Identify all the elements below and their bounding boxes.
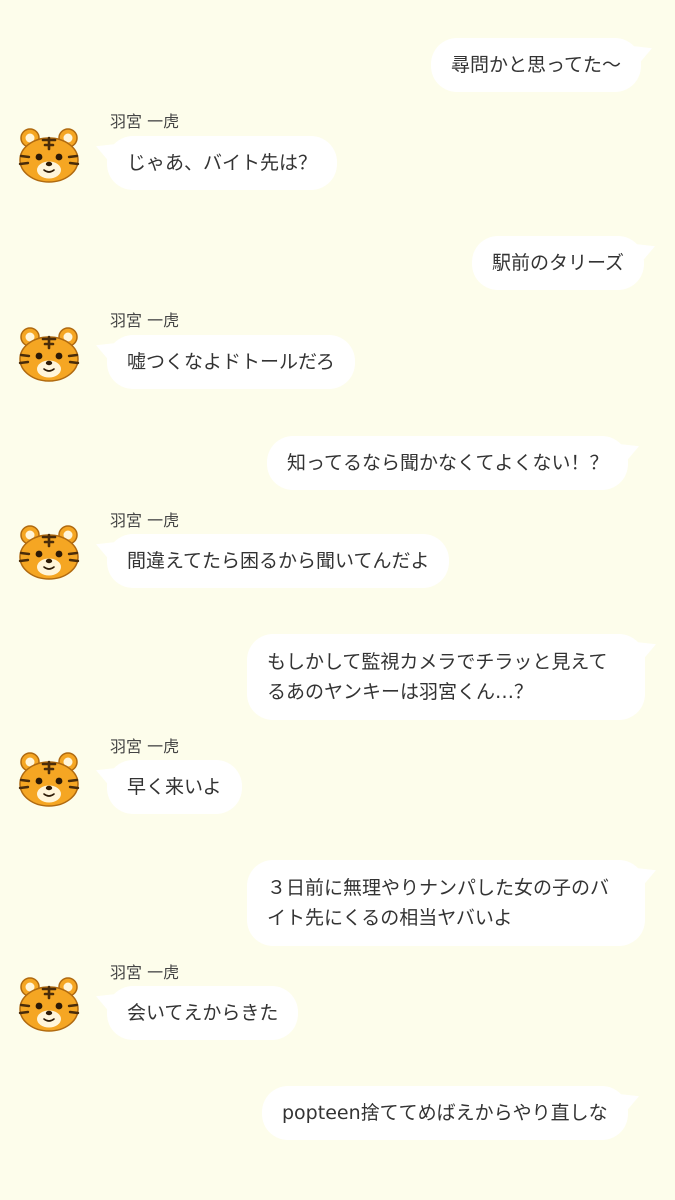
tiger-face-icon[interactable] <box>17 973 81 1033</box>
message-bubble-received: 会いてえからきた <box>107 986 299 1040</box>
sender-name: 羽宮 一虎 <box>110 112 180 131</box>
message-bubble-sent: ３日前に無理やりナンパした女の子のバ イト先にくるの相当ヤバいよ <box>247 860 645 946</box>
message-line: イト先にくるの相当ヤバいよ <box>267 907 513 929</box>
tiger-face-icon[interactable] <box>17 521 81 581</box>
message-line: もしかして監視カメラでチラッと見えて <box>267 651 608 673</box>
message-line: ３日前に無理やりナンパした女の子のバ <box>267 877 610 899</box>
message-bubble-received: じゃあ、バイト先は？ <box>107 136 338 190</box>
tiger-face-icon[interactable] <box>17 124 81 184</box>
message-bubble-sent: popteen捨ててめばえからやり直しな <box>262 1086 628 1140</box>
message-bubble-sent: もしかして監視カメラでチラッと見えて るあのヤンキーは羽宮くん…？ <box>247 634 645 720</box>
chat-thread: 尋問かと思ってた〜 羽宮 一虎 じゃあ、バイト先は？ 駅前のタリーズ 羽宮 一虎 <box>0 0 675 1200</box>
message-bubble-sent: 尋問かと思ってた〜 <box>431 38 642 92</box>
message-bubble-received: 間違えてたら困るから聞いてんだよ <box>107 534 450 588</box>
sender-name: 羽宮 一虎 <box>110 511 180 530</box>
message-bubble-received: 嘘つくなよドトールだろ <box>107 335 355 389</box>
sender-name: 羽宮 一虎 <box>110 737 180 756</box>
sender-name: 羽宮 一虎 <box>110 311 180 330</box>
message-bubble-sent: 駅前のタリーズ <box>472 236 645 290</box>
message-bubble-sent: 知ってるなら聞かなくてよくない！？ <box>267 436 629 490</box>
tiger-face-icon[interactable] <box>17 748 81 808</box>
tiger-face-icon[interactable] <box>17 323 81 383</box>
message-bubble-received: 早く来いよ <box>107 760 242 814</box>
sender-name: 羽宮 一虎 <box>110 963 180 982</box>
message-line: るあのヤンキーは羽宮くん…？ <box>267 681 534 703</box>
